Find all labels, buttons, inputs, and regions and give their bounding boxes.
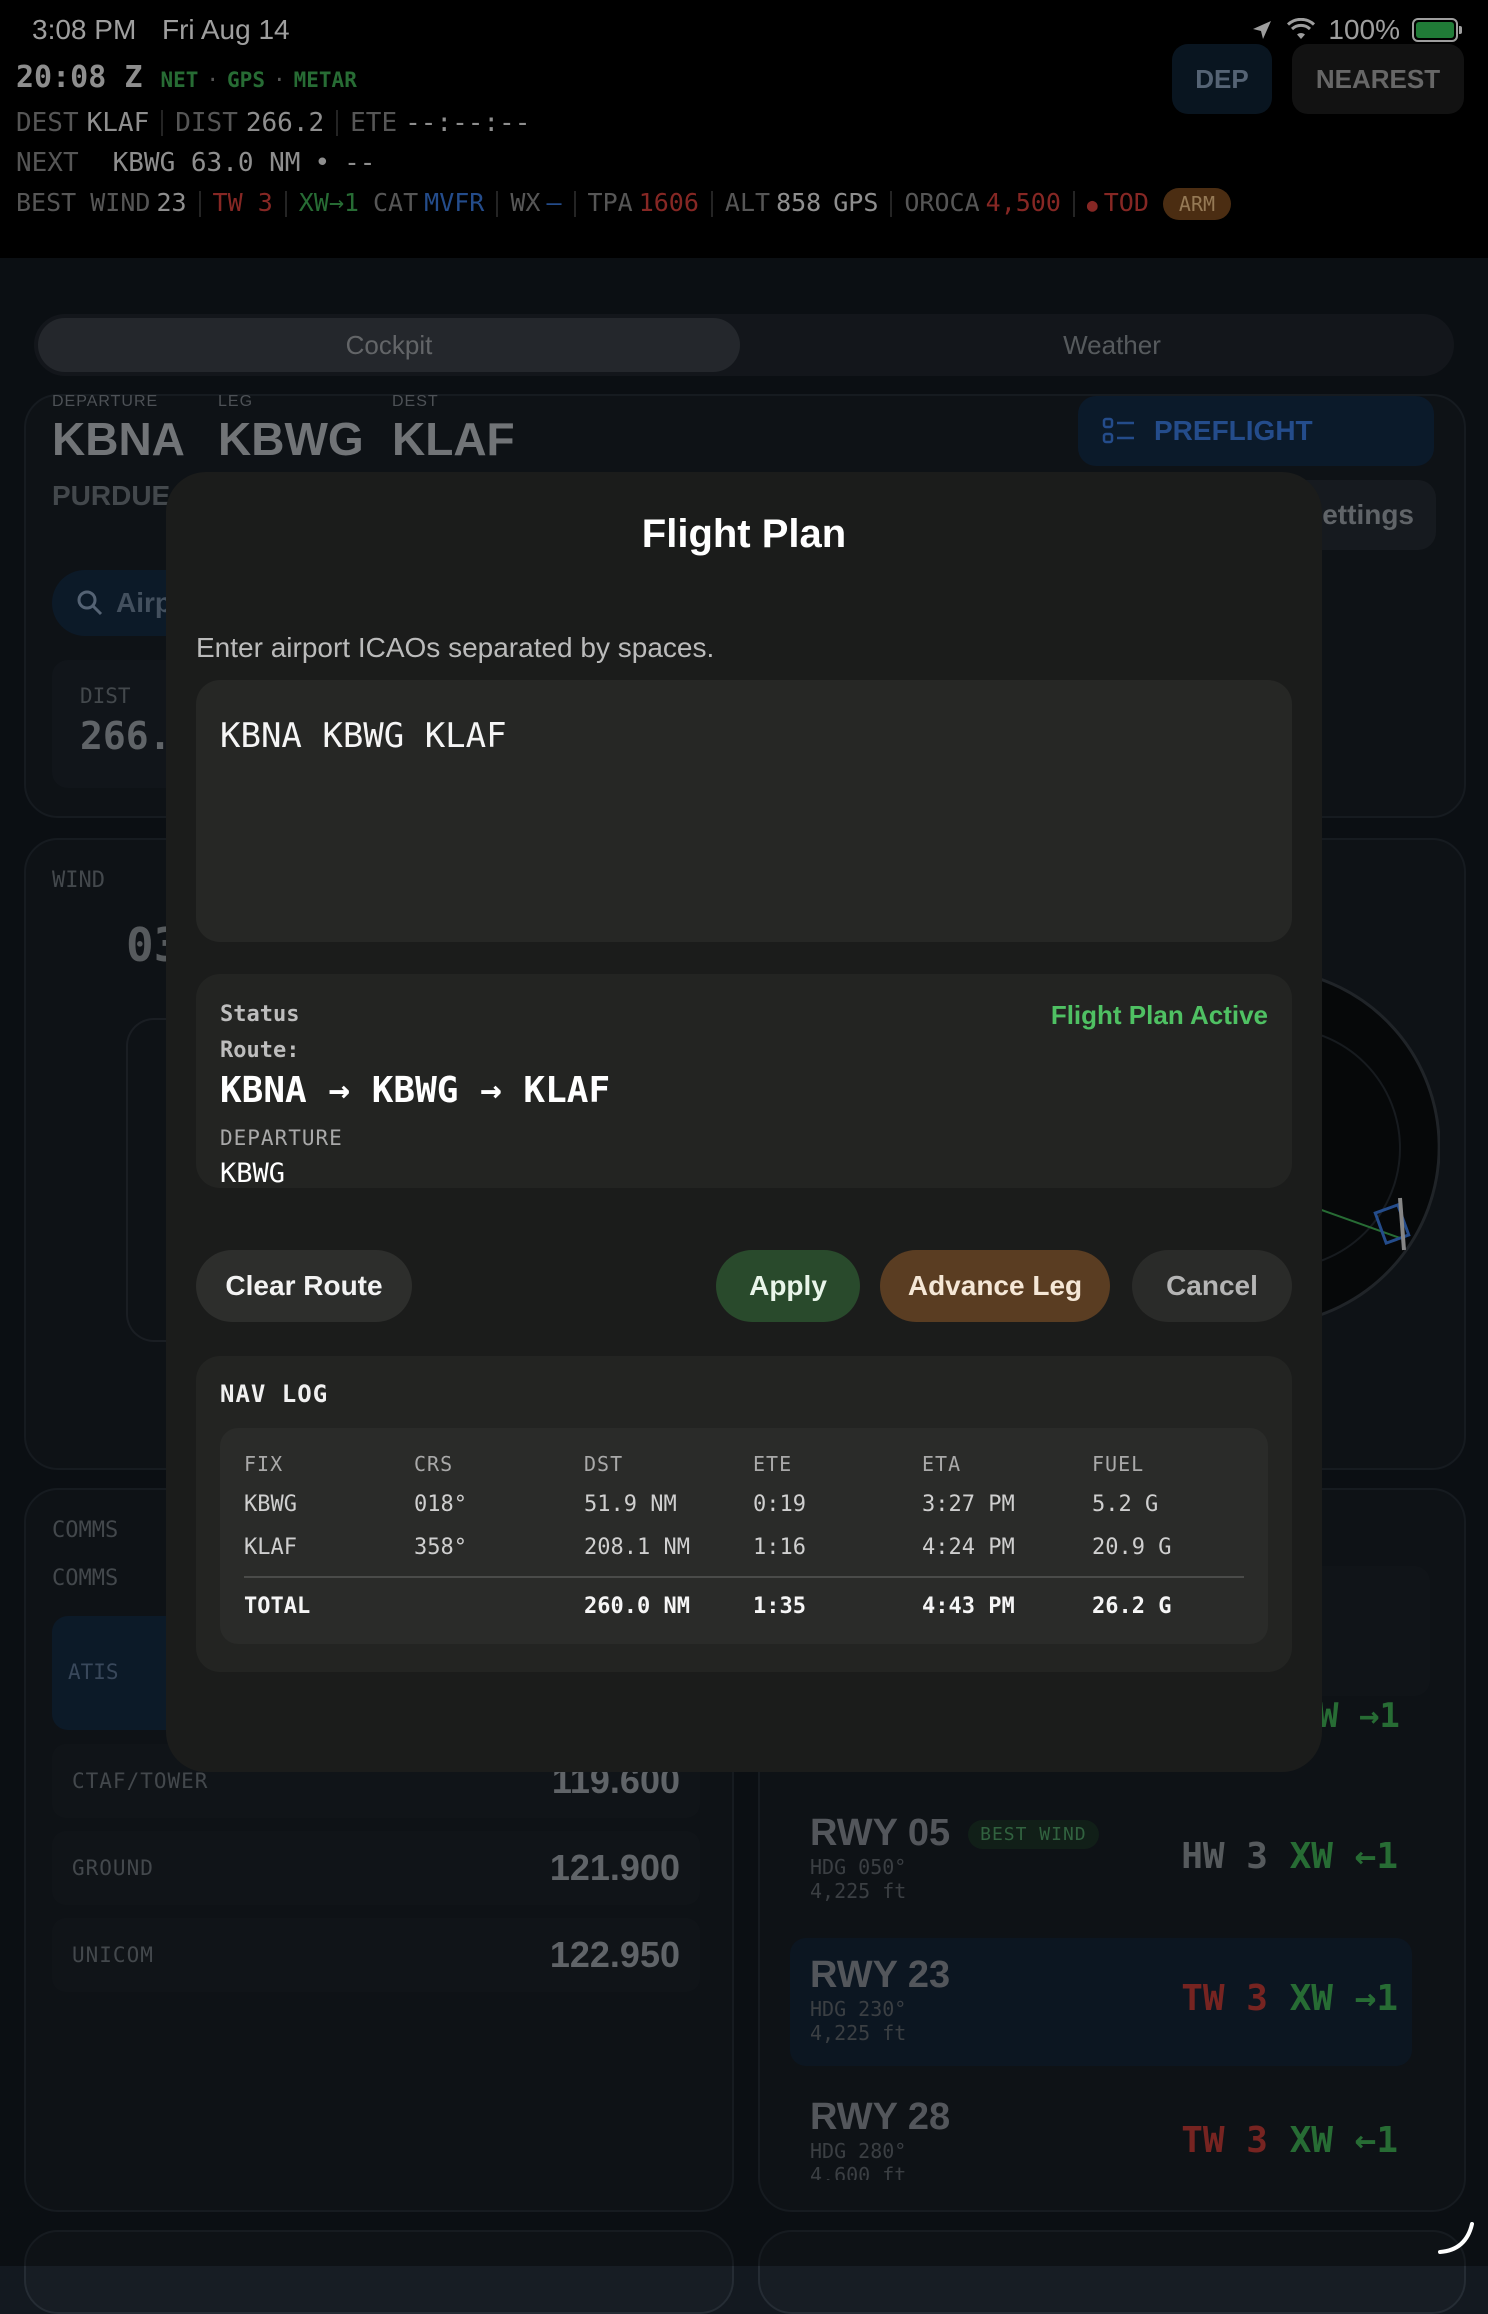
nav-log-divider (244, 1576, 1244, 1578)
nav-log-table: FIX CRS DST ETE ETA FUEL KBWG 018° 51.9 … (220, 1428, 1268, 1644)
departure-field-value: KBWG (220, 1158, 286, 1189)
nav-log-total-row: TOTAL 260.0 NM 1:35 4:43 PM 26.2 G (244, 1594, 1244, 1624)
modal-title: Flight Plan (641, 512, 847, 556)
status-label: Status (220, 1002, 300, 1027)
total-label: TOTAL (244, 1594, 311, 1619)
total-ete: 1:35 (753, 1594, 806, 1619)
col-header-eta: ETA (922, 1452, 962, 1476)
nav-log-title: NAV LOG (220, 1380, 329, 1408)
route-hint: Enter airport ICAOs separated by spaces. (196, 632, 715, 663)
total-dst: 260.0 NM (584, 1594, 690, 1619)
cell-fuel: 5.2 G (1092, 1492, 1159, 1517)
route-input[interactable] (196, 680, 1292, 942)
cell-ete: 0:19 (753, 1492, 806, 1517)
apply-button[interactable]: Apply (716, 1250, 860, 1322)
cell-dst: 208.1 NM (584, 1535, 690, 1560)
cancel-button[interactable]: Cancel (1132, 1250, 1292, 1322)
col-header-crs: CRS (414, 1452, 454, 1476)
table-row: KLAF 358° 208.1 NM 1:16 4:24 PM 20.9 G (244, 1535, 1244, 1565)
cell-fix: KLAF (244, 1535, 297, 1560)
departure-field-label: DEPARTURE (220, 1126, 343, 1150)
total-eta: 4:43 PM (922, 1594, 1015, 1619)
status-panel: Status Flight Plan Active Route: KBNA → … (196, 974, 1292, 1189)
cell-crs: 358° (414, 1535, 467, 1560)
nav-log-panel: NAV LOG FIX CRS DST ETE ETA FUEL KBWG 01… (196, 1356, 1292, 1672)
advance-leg-button[interactable]: Advance Leg (880, 1250, 1110, 1322)
route-display: KBNA → KBWG → KLAF (220, 1070, 611, 1111)
cell-dst: 51.9 NM (584, 1492, 677, 1517)
cell-crs: 018° (414, 1492, 467, 1517)
col-header-dst: DST (584, 1452, 624, 1476)
cell-fuel: 20.9 G (1092, 1535, 1172, 1560)
route-label: Route: (220, 1038, 300, 1063)
col-header-fix: FIX (244, 1452, 284, 1476)
status-value: Flight Plan Active (1050, 1000, 1268, 1030)
col-header-ete: ETE (753, 1452, 793, 1476)
resize-handle-icon[interactable] (1436, 2220, 1476, 2256)
nav-log-header-row: FIX CRS DST ETE ETA FUEL (244, 1452, 1244, 1482)
cell-ete: 1:16 (753, 1535, 806, 1560)
flight-plan-modal: Flight Plan Enter airport ICAOs separate… (166, 472, 1322, 1772)
table-row: KBWG 018° 51.9 NM 0:19 3:27 PM 5.2 G (244, 1492, 1244, 1522)
col-header-fuel: FUEL (1092, 1452, 1145, 1476)
cell-eta: 3:27 PM (922, 1492, 1015, 1517)
clear-route-button[interactable]: Clear Route (196, 1250, 412, 1322)
cell-fix: KBWG (244, 1492, 297, 1517)
cell-eta: 4:24 PM (922, 1535, 1015, 1560)
total-fuel: 26.2 G (1092, 1594, 1172, 1619)
